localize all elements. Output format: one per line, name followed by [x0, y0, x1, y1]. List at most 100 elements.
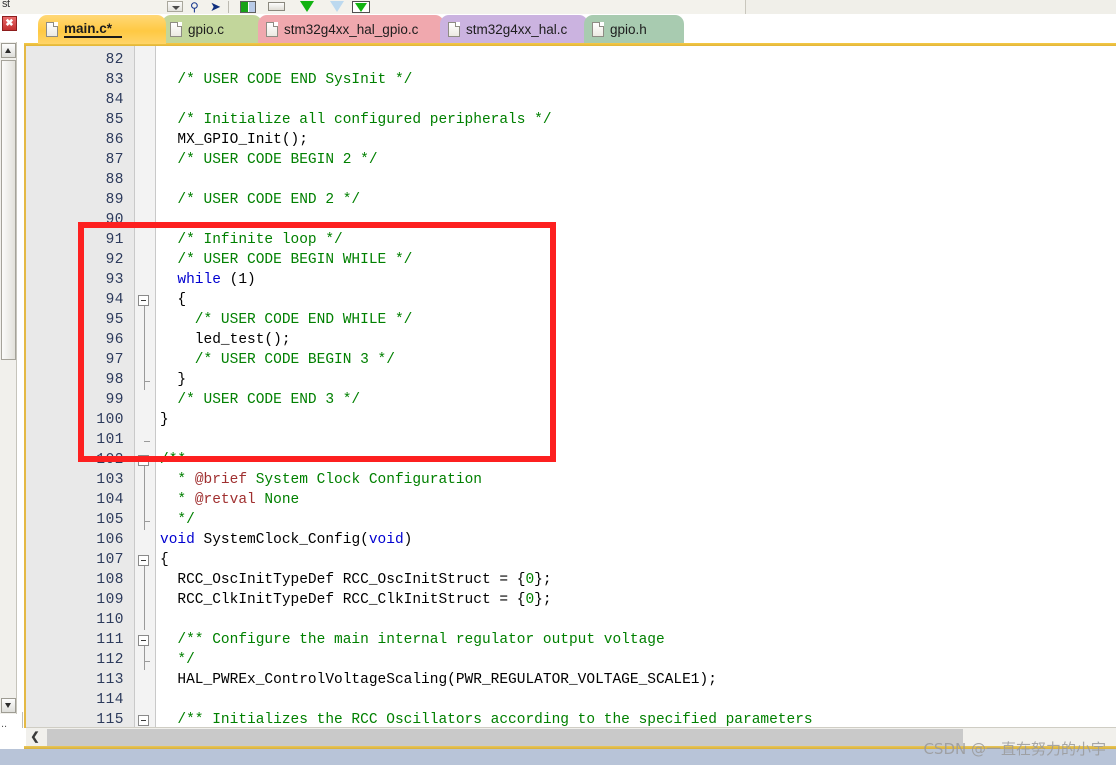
code-line[interactable]: 86 MX_GPIO_Init();: [26, 130, 1116, 150]
code-line[interactable]: 105 */: [26, 510, 1116, 530]
scroll-left-button[interactable]: ❮: [27, 729, 43, 745]
code-line-text: }: [160, 410, 169, 430]
code-line[interactable]: 82: [26, 50, 1116, 70]
overflow-ellipsis[interactable]: ..: [1, 718, 7, 730]
fold-collapse-box[interactable]: [138, 295, 149, 306]
code-line-text: /**: [160, 450, 186, 470]
code-line[interactable]: 87 /* USER CODE BEGIN 2 */: [26, 150, 1116, 170]
code-token-plain: };: [534, 592, 552, 608]
previous-bookmark-icon[interactable]: [330, 1, 344, 12]
fold-guide-line: [144, 330, 145, 350]
editor-tab-label: stm32g4xx_hal_gpio.c: [284, 22, 419, 37]
code-text-area[interactable]: 82 83 /* USER CODE END SysInit */ 84 85 /* …: [26, 46, 1116, 728]
code-line[interactable]: 109 RCC_ClkInitTypeDef RCC_ClkInitStruct…: [26, 590, 1116, 610]
editor-tab-gpio-h[interactable]: gpio.h: [584, 15, 684, 44]
bookmark-toggle-icon[interactable]: [240, 1, 256, 13]
code-line[interactable]: 88: [26, 170, 1116, 190]
code-line[interactable]: 111 /** Configure the main internal regu…: [26, 630, 1116, 650]
code-token-cmt: */: [160, 652, 195, 668]
line-number: 95: [105, 312, 124, 328]
code-line[interactable]: 99 /* USER CODE END 3 */: [26, 390, 1116, 410]
line-number: 102: [96, 452, 124, 468]
code-line[interactable]: 91 /* Infinite loop */: [26, 230, 1116, 250]
code-line[interactable]: 101: [26, 430, 1116, 450]
binoculars-find-icon[interactable]: ⚲: [190, 1, 205, 13]
line-number: 89: [105, 192, 124, 208]
line-number: 86: [105, 132, 124, 148]
code-editor[interactable]: 82 83 /* USER CODE END SysInit */ 84 85 /* …: [24, 46, 1116, 728]
code-line[interactable]: 90: [26, 210, 1116, 230]
vertical-scrollbar[interactable]: [0, 42, 17, 714]
code-line-text: */: [160, 510, 194, 530]
line-number: 115: [96, 712, 124, 728]
code-line[interactable]: 83 /* USER CODE END SysInit */: [26, 70, 1116, 90]
code-line[interactable]: 95 /* USER CODE END WHILE */: [26, 310, 1116, 330]
fold-collapse-box[interactable]: [138, 715, 149, 726]
editor-tab-gpio-c[interactable]: gpio.c: [162, 15, 262, 44]
code-line[interactable]: 93 while (1): [26, 270, 1116, 290]
fold-collapse-box[interactable]: [138, 635, 149, 646]
code-line[interactable]: 115 /** Initializes the RCC Oscillators …: [26, 710, 1116, 728]
code-line-text: /* USER CODE END SysInit */: [160, 70, 412, 90]
insert-block-icon[interactable]: [268, 2, 285, 11]
code-line[interactable]: 97 /* USER CODE BEGIN 3 */: [26, 350, 1116, 370]
horizontal-scrollbar-thumb[interactable]: [47, 729, 963, 746]
code-line[interactable]: 112 */: [26, 650, 1116, 670]
line-number: 99: [105, 392, 124, 408]
toolbar-strip: st ⚲ ➤: [0, 0, 1116, 14]
editor-tab-label: main.c*: [64, 21, 123, 38]
close-document-button[interactable]: ✖: [2, 16, 17, 31]
code-line-text: HAL_PWREx_ControlVoltageScaling(PWR_REGU…: [160, 670, 717, 690]
code-token-cmt: /* USER CODE END 2 */: [160, 192, 361, 208]
scroll-up-button[interactable]: [1, 43, 16, 58]
code-line[interactable]: 106 void SystemClock_Config(void): [26, 530, 1116, 550]
code-line-text: */: [160, 650, 195, 670]
code-line-text: /* Infinite loop */: [160, 230, 342, 250]
code-token-cmt: /* USER CODE END 3 */: [160, 392, 361, 408]
fold-guide-line: [144, 370, 145, 390]
code-line[interactable]: 85 /* Initialize all configured peripher…: [26, 110, 1116, 130]
editor-tab-stm32g4xx-hal-c[interactable]: stm32g4xx_hal.c: [440, 15, 588, 44]
document-file-icon: [266, 22, 278, 37]
code-line[interactable]: 100}: [26, 410, 1116, 430]
code-line[interactable]: 108 RCC_OscInitTypeDef RCC_OscInitStruct…: [26, 570, 1116, 590]
toolbar-inner: st ⚲ ➤: [0, 0, 746, 14]
editor-tab-stm32g4xx-hal-gpio-c[interactable]: stm32g4xx_hal_gpio.c: [258, 15, 444, 44]
line-number: 98: [105, 372, 124, 388]
code-line[interactable]: 98 }: [26, 370, 1116, 390]
code-line[interactable]: 84: [26, 90, 1116, 110]
code-line[interactable]: 89 /* USER CODE END 2 */: [26, 190, 1116, 210]
code-line-text: * @brief System Clock Configuration: [160, 470, 482, 490]
fold-collapse-box[interactable]: [138, 455, 149, 466]
code-token-plain: RCC_ClkInitTypeDef RCC_ClkInitStruct = {: [160, 592, 526, 608]
code-line[interactable]: 103 * @brief System Clock Configuration: [26, 470, 1116, 490]
code-line[interactable]: 113 HAL_PWREx_ControlVoltageScaling(PWR_…: [26, 670, 1116, 690]
code-line[interactable]: 107 {: [26, 550, 1116, 570]
code-line[interactable]: 110: [26, 610, 1116, 630]
code-token-cmt: None: [255, 492, 300, 508]
code-line[interactable]: 104 * @retval None: [26, 490, 1116, 510]
fold-collapse-box[interactable]: [138, 555, 149, 566]
scroll-down-button[interactable]: [1, 698, 16, 713]
find-next-arrow-icon[interactable]: ➤: [210, 0, 222, 13]
combo-dropdown-icon[interactable]: [167, 1, 183, 12]
code-token-plain: RCC_OscInitTypeDef RCC_OscInitStruct = {: [160, 572, 526, 588]
code-line[interactable]: 96 led_test();: [26, 330, 1116, 350]
code-token-cmt: /* Initialize all configured peripherals…: [160, 112, 552, 128]
line-number: 84: [105, 92, 124, 108]
clear-bookmarks-icon[interactable]: [352, 1, 370, 13]
code-line[interactable]: 102 /**: [26, 450, 1116, 470]
code-line-text: /* USER CODE END 3 */: [160, 390, 360, 410]
code-line[interactable]: 92 /* USER CODE BEGIN WHILE */: [26, 250, 1116, 270]
code-line[interactable]: 94 {: [26, 290, 1116, 310]
code-line[interactable]: 114: [26, 690, 1116, 710]
line-number: 91: [105, 232, 124, 248]
fold-guide-line: [144, 590, 145, 610]
code-token-cmt: /**: [160, 452, 187, 468]
next-bookmark-icon[interactable]: [300, 1, 314, 12]
vertical-scrollbar-thumb[interactable]: [1, 60, 16, 360]
code-line-text: }: [160, 370, 186, 390]
editor-tab-main-c[interactable]: main.c*: [38, 15, 166, 44]
code-line-text: * @retval None: [160, 490, 299, 510]
code-token-cmt: /* USER CODE BEGIN 3 */: [160, 352, 395, 368]
